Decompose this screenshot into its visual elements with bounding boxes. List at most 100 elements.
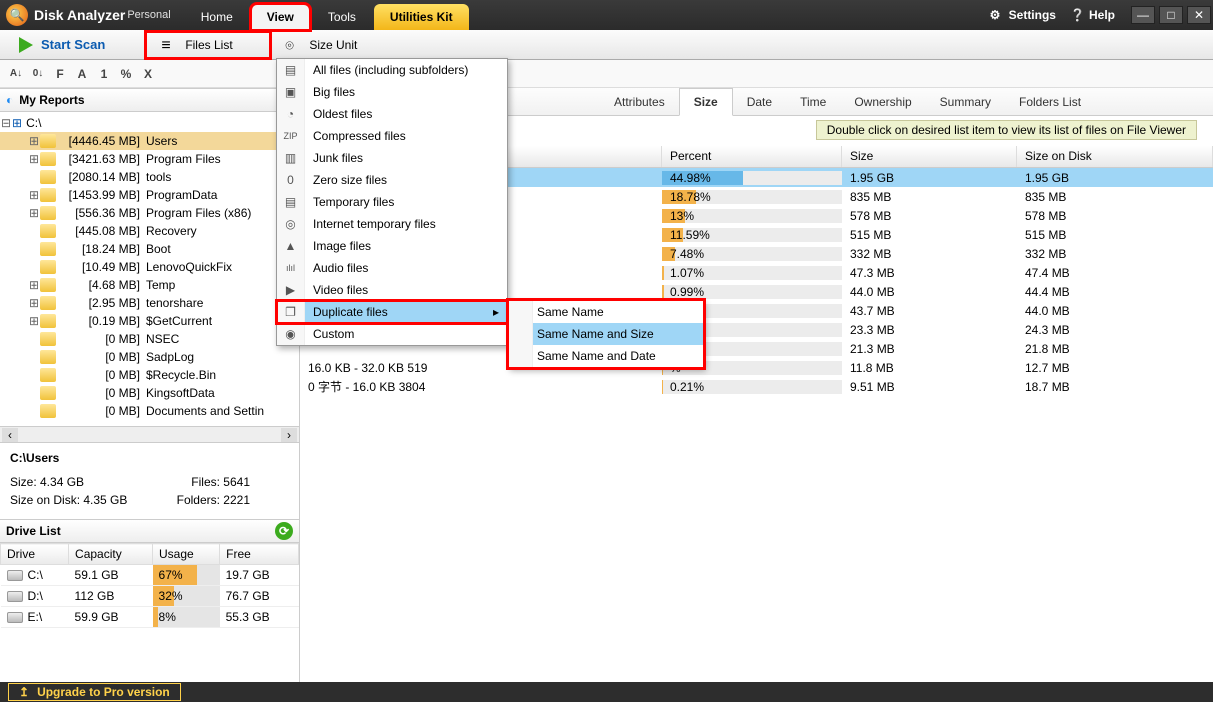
folder-icon (40, 242, 56, 256)
folder-icon (40, 206, 56, 220)
menu-item[interactable]: 0Zero size files (277, 169, 507, 191)
folder-icon (40, 350, 56, 364)
tool-a[interactable]: A (72, 64, 92, 84)
disk-icon (7, 612, 23, 623)
menu-item[interactable]: ▥Junk files (277, 147, 507, 169)
menu-item[interactable]: ▲Image files (277, 235, 507, 257)
menu-item[interactable]: ◎Internet temporary files (277, 213, 507, 235)
tab-folders-list[interactable]: Folders List (1005, 89, 1095, 115)
folder-icon (40, 170, 56, 184)
files-list-menu[interactable]: ▤All files (including subfolders)▣Big fi… (276, 58, 508, 346)
tree-item[interactable]: ⊞[0.19 MB]$GetCurrent (0, 312, 299, 330)
tree-item[interactable]: ⊞[1453.99 MB]ProgramData (0, 186, 299, 204)
submenu-item[interactable]: Same Name and Size (509, 323, 703, 345)
menu-item[interactable]: ▤All files (including subfolders) (277, 59, 507, 81)
files-list-button[interactable]: Files List (146, 32, 270, 58)
col-capacity[interactable]: Capacity (69, 544, 153, 565)
tool-x[interactable]: X (138, 64, 158, 84)
menu-item[interactable]: ◉Custom (277, 323, 507, 345)
tool-f[interactable]: F (50, 64, 70, 84)
nav-utilities-kit[interactable]: Utilities Kit (374, 4, 469, 30)
col-percent[interactable]: Percent (662, 146, 842, 167)
duplicate-files-submenu[interactable]: Same NameSame Name and SizeSame Name and… (508, 300, 704, 368)
start-scan-button[interactable]: Start Scan (0, 32, 120, 58)
menu-item[interactable]: ZIPCompressed files (277, 125, 507, 147)
folder-icon (40, 152, 56, 166)
tree-item[interactable]: [0 MB]SadpLog (0, 348, 299, 366)
drive-row[interactable]: C:\59.1 GB67%19.7 GB (1, 565, 299, 586)
refresh-icon[interactable]: ⟳ (275, 522, 293, 540)
tree-item[interactable]: ⊞[4.68 MB]Temp (0, 276, 299, 294)
tree-item[interactable]: ⊞[556.36 MB]Program Files (x86) (0, 204, 299, 222)
tree-item[interactable]: [10.49 MB]LenovoQuickFix (0, 258, 299, 276)
window-controls: — □ ✕ (1129, 6, 1213, 24)
footer-bar: ↥ Upgrade to Pro version (0, 682, 1213, 702)
col-free[interactable]: Free (220, 544, 299, 565)
nav-tools[interactable]: Tools (312, 4, 372, 30)
left-pane: My Reports ⊟ C:\ ⊞[4446.45 MB]Users⊞[342… (0, 88, 300, 682)
tree-root[interactable]: ⊟ C:\ (0, 114, 299, 132)
menu-item-icon: ▶ (277, 279, 305, 301)
tree-item[interactable]: ⊞[3421.63 MB]Program Files (0, 150, 299, 168)
submenu-item[interactable]: Same Name (509, 301, 703, 323)
tree-item[interactable]: ⊞[2.95 MB]tenorshare (0, 294, 299, 312)
tree-h-scrollbar[interactable]: ‹› (0, 426, 299, 442)
help-button[interactable]: Help (1070, 8, 1115, 22)
menu-item-icon: ▥ (277, 147, 305, 169)
tab-size[interactable]: Size (679, 88, 733, 116)
tree-item[interactable]: [0 MB]NSEC (0, 330, 299, 348)
tab-ownership[interactable]: Ownership (840, 89, 925, 115)
tree-item[interactable]: [18.24 MB]Boot (0, 240, 299, 258)
close-button[interactable]: ✕ (1187, 6, 1211, 24)
upgrade-button[interactable]: ↥ Upgrade to Pro version (8, 683, 181, 701)
gear-icon (990, 8, 1004, 22)
menu-item[interactable]: ▤Temporary files (277, 191, 507, 213)
menu-item[interactable]: ▣Big files (277, 81, 507, 103)
nav-home[interactable]: Home (185, 4, 249, 30)
menu-item-icon: ❐ (277, 301, 305, 323)
col-drive[interactable]: Drive (1, 544, 69, 565)
menu-item[interactable]: ılılAudio files (277, 257, 507, 279)
menu-item-icon: ◎ (277, 213, 305, 235)
drive-row[interactable]: E:\59.9 GB8%55.3 GB (1, 607, 299, 628)
col-size[interactable]: Size (842, 146, 1017, 167)
folder-icon (40, 296, 56, 310)
sort-num-button[interactable] (28, 64, 48, 84)
tab-time[interactable]: Time (786, 89, 840, 115)
folder-icon (40, 404, 56, 418)
maximize-button[interactable]: □ (1159, 6, 1183, 24)
tool-%[interactable]: % (116, 64, 136, 84)
menu-item[interactable]: ❐Duplicate files▸ (277, 301, 507, 323)
drive-row[interactable]: D:\112 GB32%76.7 GB (1, 586, 299, 607)
tree-item[interactable]: [0 MB]KingsoftData (0, 384, 299, 402)
tab-attributes[interactable]: Attributes (600, 89, 679, 115)
folder-icon (40, 260, 56, 274)
tree-item[interactable]: [0 MB]Documents and Settin (0, 402, 299, 420)
col-size-on-disk[interactable]: Size on Disk (1017, 146, 1213, 167)
folder-tree[interactable]: ⊟ C:\ ⊞[4446.45 MB]Users⊞[3421.63 MB]Pro… (0, 112, 299, 426)
tree-item[interactable]: [445.08 MB]Recovery (0, 222, 299, 240)
grid-row[interactable]: 16.0 KB - 32.0 KB 519%11.8 MB12.7 MB (300, 358, 1213, 377)
settings-button[interactable]: Settings (990, 8, 1056, 22)
drive-icon (12, 116, 22, 130)
tab-date[interactable]: Date (733, 89, 786, 115)
tree-item[interactable]: [2080.14 MB]tools (0, 168, 299, 186)
tab-summary[interactable]: Summary (926, 89, 1005, 115)
app-logo-icon: 🔍 (6, 4, 28, 26)
tree-item[interactable]: ⊞[4446.45 MB]Users (0, 132, 299, 150)
tool-1[interactable]: 1 (94, 64, 114, 84)
folder-icon (40, 386, 56, 400)
col-usage[interactable]: Usage (153, 544, 220, 565)
submenu-item[interactable]: Same Name and Date (509, 345, 703, 367)
sort-alpha-button[interactable] (6, 64, 26, 84)
menu-item[interactable]: ◔Oldest files (277, 103, 507, 125)
size-unit-button[interactable]: Size Unit (270, 32, 372, 58)
minimize-button[interactable]: — (1131, 6, 1155, 24)
grid-row[interactable]: 0 字节 - 16.0 KB 38040.21%9.51 MB18.7 MB (300, 377, 1213, 396)
menu-item[interactable]: ▶Video files (277, 279, 507, 301)
menu-item-icon: ▲ (277, 235, 305, 257)
unit-icon (285, 37, 301, 53)
ribbon: Start Scan Files List Size Unit (0, 30, 1213, 60)
nav-view[interactable]: View (251, 4, 310, 30)
tree-item[interactable]: [0 MB]$Recycle.Bin (0, 366, 299, 384)
